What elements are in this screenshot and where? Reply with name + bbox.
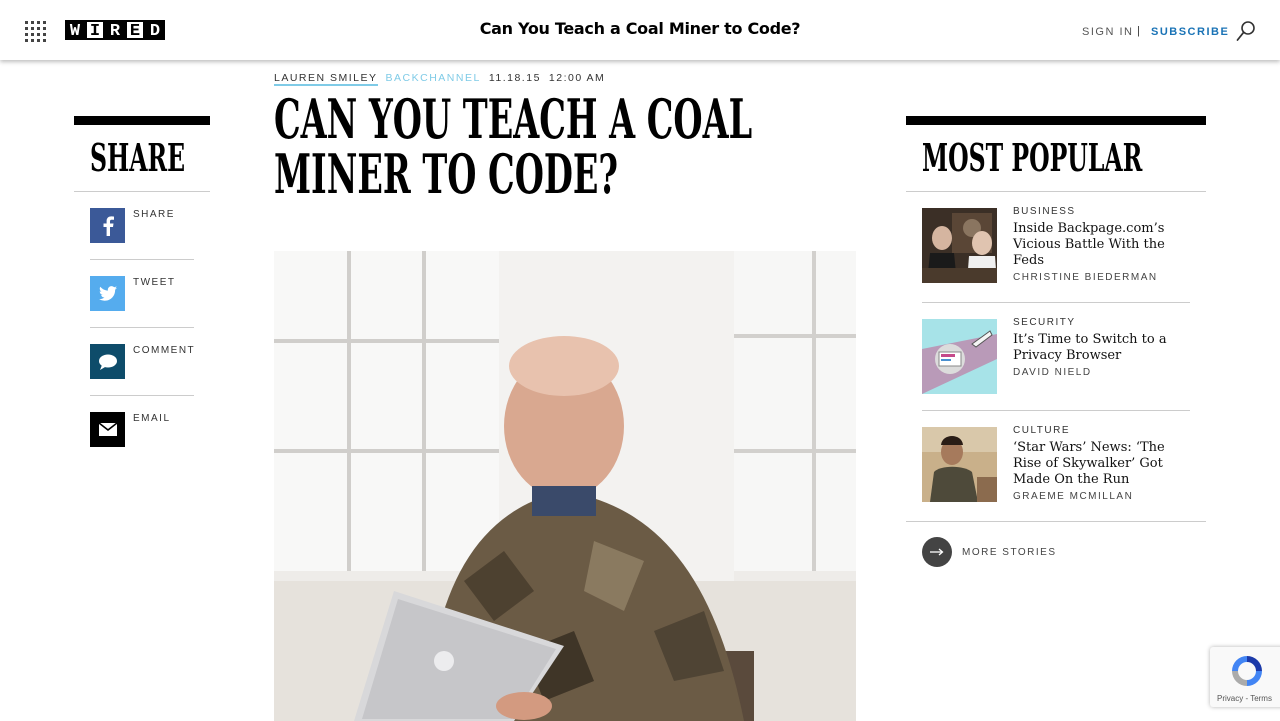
story-category[interactable]: SECURITY (1013, 317, 1076, 328)
divider (90, 259, 194, 260)
tweet-label: TWEET (133, 277, 176, 288)
divider (922, 302, 1190, 303)
email-label: EMAIL (133, 413, 171, 424)
divider (922, 410, 1190, 411)
more-stories-button[interactable]: MORE STORIES (922, 537, 1057, 567)
author-link[interactable]: LAUREN SMILEY (274, 72, 378, 86)
popular-story[interactable]: BUSINESS Inside Backpage.com’s Vicious B… (922, 206, 1193, 303)
subscribe-link[interactable]: SUBSCRIBE (1151, 26, 1229, 38)
comment-icon (90, 344, 125, 379)
publish-date: 11.18.15 (488, 72, 541, 84)
story-thumbnail (922, 319, 997, 394)
facebook-icon (90, 208, 125, 243)
story-thumbnail (922, 208, 997, 283)
share-top-bar (74, 116, 210, 125)
story-category[interactable]: CULTURE (1013, 425, 1070, 436)
divider (90, 327, 194, 328)
share-twitter-button[interactable]: TWEET (90, 276, 194, 344)
popular-story[interactable]: CULTURE ‘Star Wars’ News: ‘The Rise of S… (922, 425, 1193, 507)
divider (906, 191, 1206, 192)
twitter-icon (90, 276, 125, 311)
most-popular-heading: MOST POPULAR (922, 135, 1143, 180)
most-popular-top-bar (906, 116, 1206, 125)
more-stories-label: MORE STORIES (962, 546, 1057, 558)
popular-story[interactable]: SECURITY It’s Time to Switch to a Privac… (922, 317, 1193, 411)
story-author[interactable]: CHRISTINE BIEDERMAN (1013, 272, 1158, 283)
article-byline: LAUREN SMILEY BACKCHANNEL 11.18.15 12:00… (274, 72, 605, 86)
story-author[interactable]: GRAEME MCMILLAN (1013, 491, 1133, 502)
divider (74, 191, 210, 192)
article-headline: CAN YOU TEACH A COAL MINER TO CODE? (274, 87, 753, 206)
article-hero-image (274, 251, 856, 721)
share-heading: SHARE (90, 135, 186, 180)
story-category[interactable]: BUSINESS (1013, 206, 1076, 217)
comment-label: COMMENT (133, 345, 196, 356)
sign-in-link[interactable]: SIGN IN (1082, 26, 1133, 38)
email-button[interactable]: EMAIL (90, 412, 194, 480)
story-title[interactable]: Inside Backpage.com’s Vicious Battle Wit… (1013, 221, 1193, 269)
email-icon (90, 412, 125, 447)
divider (90, 395, 194, 396)
category-link[interactable]: BACKCHANNEL (386, 72, 481, 86)
share-facebook-button[interactable]: SHARE (90, 208, 194, 276)
recaptcha-links[interactable]: Privacy - Terms (1217, 694, 1272, 703)
site-header: W I R E D Can You Teach a Coal Miner to … (0, 0, 1280, 60)
arrow-right-icon (922, 537, 952, 567)
story-title[interactable]: ‘Star Wars’ News: ‘The Rise of Skywalker… (1013, 440, 1193, 488)
story-author[interactable]: DAVID NIELD (1013, 367, 1092, 378)
header-separator: | (1137, 25, 1140, 37)
publish-time: 12:00 AM (548, 72, 606, 84)
search-icon[interactable] (1236, 20, 1256, 42)
share-label: SHARE (133, 209, 175, 220)
story-title[interactable]: It’s Time to Switch to a Privacy Browser (1013, 332, 1193, 364)
recaptcha-badge[interactable]: Privacy - Terms (1210, 647, 1280, 707)
story-thumbnail (922, 427, 997, 502)
recaptcha-icon (1232, 656, 1262, 686)
divider (906, 521, 1206, 522)
comment-button[interactable]: COMMENT (90, 344, 194, 412)
